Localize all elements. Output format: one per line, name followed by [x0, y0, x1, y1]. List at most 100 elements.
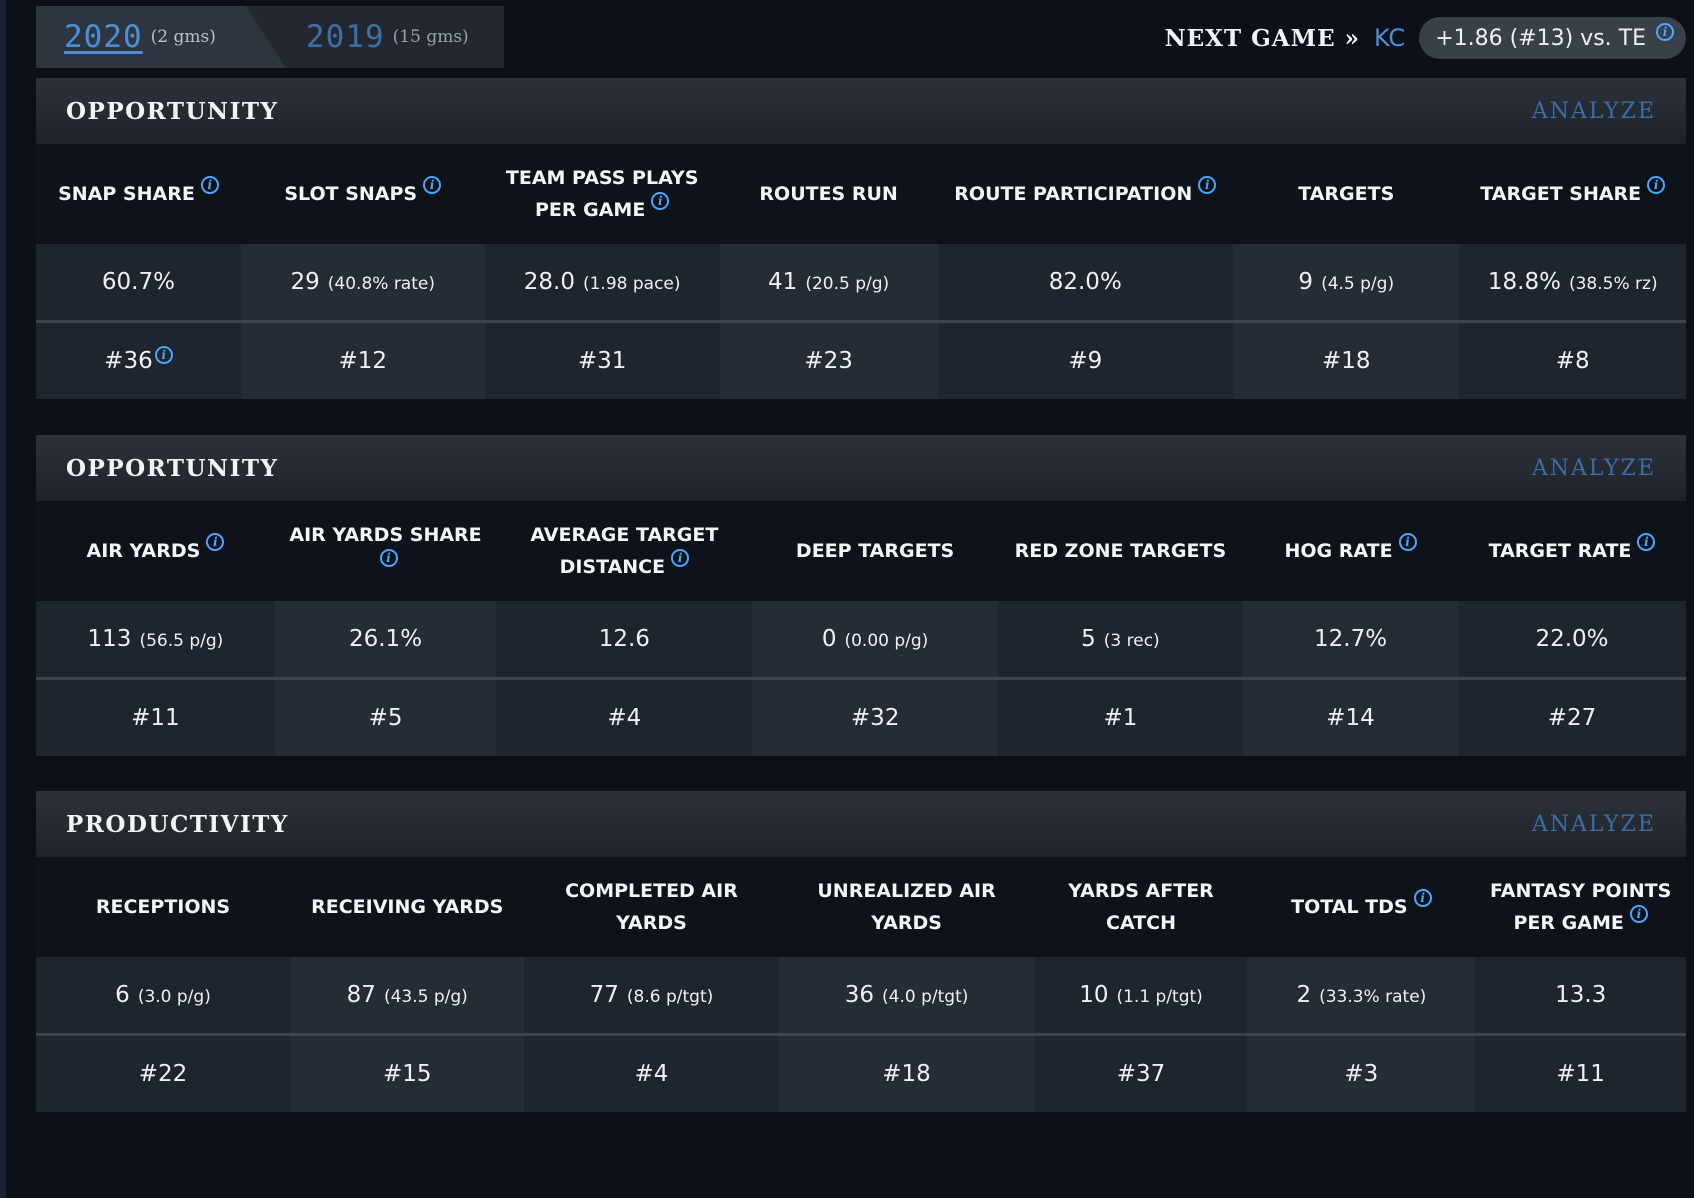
stat-rank: #11 [131, 705, 180, 731]
column-header-label: ROUTE PARTICIPATION [954, 183, 1193, 205]
stat-detail: (33.3% rate) [1319, 987, 1427, 1007]
matchup-badge: +1.86 (#13) vs. TE i [1419, 17, 1686, 59]
stat-value: 6 [115, 982, 130, 1008]
season-year: 2019 [306, 19, 385, 55]
info-icon[interactable]: i [1198, 176, 1217, 194]
stat-value: 0 [821, 626, 837, 652]
column-header-label: TOTAL TDS [1291, 896, 1408, 918]
stat-rank: #36 [104, 348, 153, 374]
stat-section: PRODUCTIVITY ANALYZE RECEPTIONS RECEIVING Y… [36, 791, 1686, 1112]
stat-detail: (38.5% rz) [1568, 274, 1658, 294]
stat-rank: #22 [138, 1061, 188, 1087]
section-header: OPPORTUNITY ANALYZE [36, 78, 1686, 144]
stat-rank: #32 [850, 705, 900, 731]
season-tab-2020[interactable]: 2020 (2 gms) [36, 6, 286, 68]
next-game-team-link[interactable]: KC [1374, 24, 1405, 52]
stat-rank: #15 [382, 1061, 432, 1087]
stat-rank: #9 [1068, 348, 1103, 374]
stat-value-cell: 77 (8.6 p/tgt) [524, 957, 779, 1035]
stat-rank: #3 [1344, 1061, 1379, 1087]
column-header-label: TARGETS [1298, 183, 1395, 205]
info-icon[interactable]: i [1656, 23, 1674, 41]
info-icon[interactable]: i [671, 549, 690, 567]
column-header: COMPLETED AIR YARDS [524, 857, 779, 957]
stat-value: 18.8% [1487, 269, 1561, 295]
column-header-label: SLOT SNAPS [284, 183, 418, 205]
stat-value-cell: 82.0% [937, 244, 1234, 322]
column-header-label: UNREALIZED AIR YARDS [817, 880, 996, 934]
column-header: SNAP SHARE i [36, 144, 241, 244]
stat-detail: (43.5 p/g) [383, 987, 468, 1007]
stats-table: RECEPTIONS RECEIVING YARDS COMPLETED AIR Y… [36, 857, 1686, 1112]
section-header: PRODUCTIVITY ANALYZE [36, 791, 1686, 857]
stat-rank: #31 [577, 348, 627, 374]
stat-value-cell: 12.6 [496, 601, 753, 679]
info-icon[interactable]: i [1398, 533, 1417, 551]
column-header: TEAM PASS PLAYS PER GAME i [484, 144, 720, 244]
column-header: AIR YARDS SHARE i [274, 501, 497, 601]
stat-value: 60.7% [101, 269, 175, 295]
info-icon[interactable]: i [1413, 889, 1432, 907]
season-games: (2 gms) [150, 27, 216, 47]
column-header-label: TEAM PASS PLAYS PER GAME [505, 167, 699, 221]
info-icon[interactable]: i [154, 346, 173, 364]
analyze-link[interactable]: ANALYZE [1532, 99, 1656, 124]
info-icon[interactable]: i [651, 192, 670, 210]
stat-value: 77 [589, 982, 619, 1008]
stat-rank-cell: #11 [1475, 1033, 1686, 1112]
stat-rank-cell: #27 [1458, 677, 1686, 756]
info-icon[interactable]: i [1637, 533, 1656, 551]
values-row: 113 (56.5 p/g) 26.1% 12.6 0 (0.00 p/g) 5 (3 rec… [36, 601, 1686, 679]
stat-rank-cell: #14 [1243, 677, 1458, 756]
stat-detail: (1.1 p/tgt) [1116, 987, 1203, 1007]
stat-value: 22.0% [1535, 626, 1609, 652]
column-header-label: AIR YARDS [86, 540, 201, 562]
stat-value-cell: 36 (4.0 p/tgt) [778, 957, 1035, 1035]
stat-rank-cell: #31 [484, 320, 720, 399]
left-edge-strip [0, 0, 6, 1198]
stat-value: 29 [290, 269, 320, 295]
section-title: OPPORTUNITY [66, 454, 279, 482]
stat-rank: #12 [338, 348, 388, 374]
column-header-label: ROUTES RUN [759, 183, 898, 205]
header-row: SNAP SHARE i SLOT SNAPS i TEAM PASS PLAYS PE… [36, 144, 1686, 244]
stat-value-cell: 26.1% [274, 601, 497, 679]
stat-detail: (0.00 p/g) [844, 631, 929, 651]
info-icon[interactable]: i [379, 549, 398, 567]
stat-value-cell: 2 (33.3% rate) [1247, 957, 1476, 1035]
info-icon[interactable]: i [206, 533, 225, 551]
stat-rank-cell: #12 [240, 320, 485, 399]
stat-detail: (3.0 p/g) [137, 987, 211, 1007]
stat-value-cell: 9 (4.5 p/g) [1233, 244, 1460, 322]
column-header-label: TARGET RATE [1488, 540, 1632, 562]
season-year: 2020 [64, 19, 143, 55]
info-icon[interactable]: i [1629, 905, 1648, 923]
season-games: (15 gms) [392, 27, 469, 47]
analyze-link[interactable]: ANALYZE [1532, 812, 1656, 837]
column-header-label: COMPLETED AIR YARDS [565, 880, 738, 934]
column-header: ROUTE PARTICIPATION i [937, 144, 1234, 244]
info-icon[interactable]: i [423, 176, 442, 194]
column-header-label: HOG RATE [1284, 540, 1393, 562]
stat-value: 13.3 [1555, 982, 1607, 1008]
stat-value-cell: 113 (56.5 p/g) [36, 601, 275, 679]
column-header-label: TARGET SHARE [1480, 183, 1642, 205]
stat-value-cell: 60.7% [36, 244, 241, 322]
analyze-link[interactable]: ANALYZE [1532, 456, 1656, 481]
stat-value: 36 [844, 982, 875, 1008]
stat-detail: (8.6 p/tgt) [626, 987, 714, 1007]
stat-value: 2 [1296, 982, 1312, 1008]
info-icon[interactable]: i [200, 176, 219, 194]
values-row: 60.7% 29 (40.8% rate) 28.0 (1.98 pace) 41 (20.… [36, 244, 1686, 322]
matchup-text: +1.86 (#13) vs. TE [1435, 25, 1646, 51]
column-header: TARGET SHARE i [1459, 144, 1686, 244]
info-icon[interactable]: i [1647, 176, 1666, 194]
section-title: OPPORTUNITY [66, 97, 279, 125]
stat-value: 12.7% [1314, 626, 1388, 652]
stat-rank-cell: #4 [524, 1033, 779, 1112]
season-tab-2019[interactable]: 2019 (15 gms) [306, 6, 469, 68]
stat-rank-cell: #23 [719, 320, 938, 399]
stat-rank-cell: #3 [1247, 1033, 1476, 1112]
stat-rank: #11 [1556, 1061, 1605, 1087]
stat-rank-cell: #5 [274, 677, 497, 756]
